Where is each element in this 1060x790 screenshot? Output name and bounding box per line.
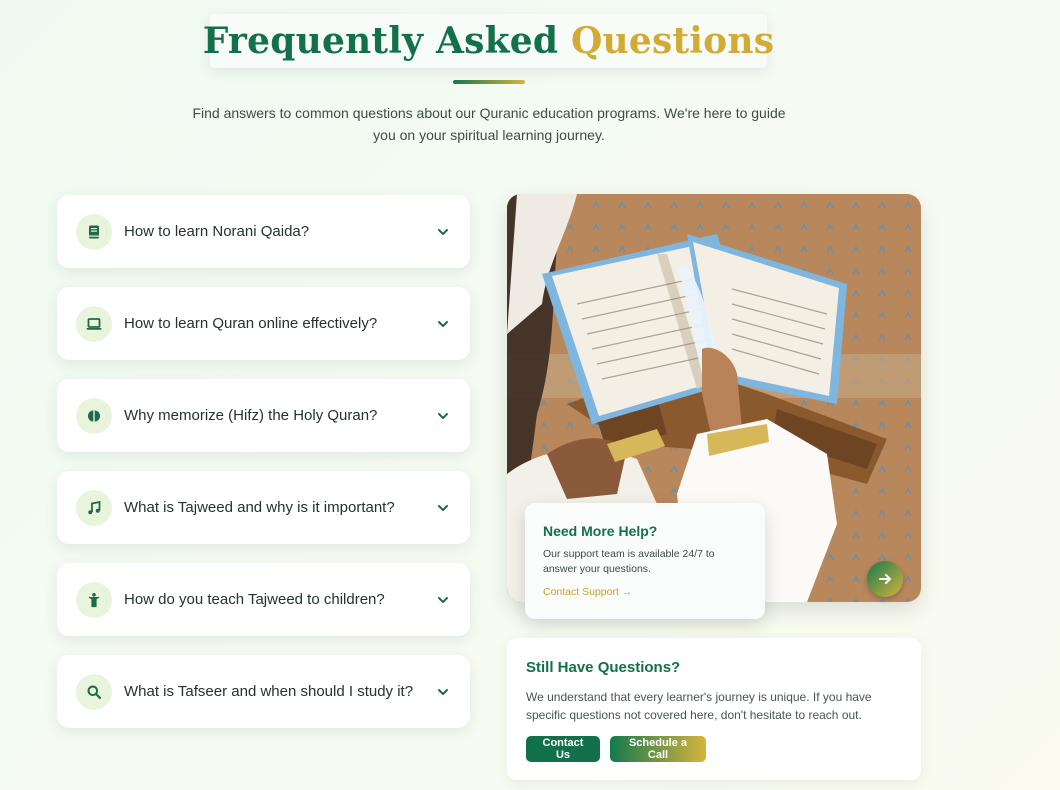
arrow-right-icon (879, 574, 891, 584)
title-main: Frequently Asked (202, 20, 559, 62)
faq-question: What is Tafseer and when should I study … (124, 683, 414, 700)
search-icon (76, 673, 112, 710)
faq-item-tajweed-children[interactable]: How do you teach Tajweed to children? (57, 563, 470, 636)
faq-question: Why memorize (Hifz) the Holy Quran? (124, 407, 378, 424)
chevron-down-icon (438, 320, 448, 327)
chevron-down-icon (438, 504, 448, 511)
title-underline (453, 80, 525, 84)
faq-item-norani-qaida[interactable]: How to learn Norani Qaida? (57, 195, 470, 268)
contact-support-link[interactable]: Contact Support → (543, 586, 632, 598)
faq-item-tafseer[interactable]: What is Tafseer and when should I study … (57, 655, 470, 728)
still-have-questions-card: Still Have Questions? We understand that… (507, 638, 921, 780)
faq-item-hifz[interactable]: Why memorize (Hifz) the Holy Quran? (57, 379, 470, 452)
chevron-down-icon (438, 228, 448, 235)
faq-question: How to learn Norani Qaida? (124, 223, 310, 240)
schedule-call-button[interactable]: Schedule a Call (610, 736, 706, 762)
page-title-box: Frequently Asked Questions (203, 14, 774, 68)
faq-question: How do you teach Tajweed to children? (124, 591, 385, 608)
title-accent: Questions (570, 20, 775, 62)
faq-item-tajweed[interactable]: What is Tajweed and why is it important? (57, 471, 470, 544)
faq-question: How to learn Quran online effectively? (124, 315, 378, 332)
music-note-icon (76, 489, 112, 526)
brain-icon (76, 397, 112, 434)
faq-question: What is Tajweed and why is it important? (124, 499, 395, 516)
still-questions-text: We understand that every learner's journ… (526, 690, 872, 722)
child-icon (76, 581, 112, 618)
laptop-icon (76, 305, 112, 342)
chevron-down-icon (438, 688, 448, 695)
next-arrow-button[interactable] (867, 561, 903, 597)
need-help-text: Our support team is available 24/7 to an… (543, 548, 715, 575)
contact-us-button[interactable]: Contact Us (526, 736, 600, 762)
faq-item-quran-online[interactable]: How to learn Quran online effectively? (57, 287, 470, 360)
need-help-title: Need More Help? (543, 523, 658, 539)
still-questions-actions: Contact Us Schedule a Call (526, 736, 903, 762)
chevron-down-icon (438, 412, 448, 419)
still-questions-title: Still Have Questions? (526, 659, 681, 676)
book-icon (76, 213, 112, 250)
need-help-card: Need More Help? Our support team is avai… (525, 503, 765, 619)
page-title: Frequently Asked Questions (203, 20, 774, 62)
chevron-down-icon (438, 596, 448, 603)
page-subtitle: Find answers to common questions about o… (192, 105, 786, 143)
